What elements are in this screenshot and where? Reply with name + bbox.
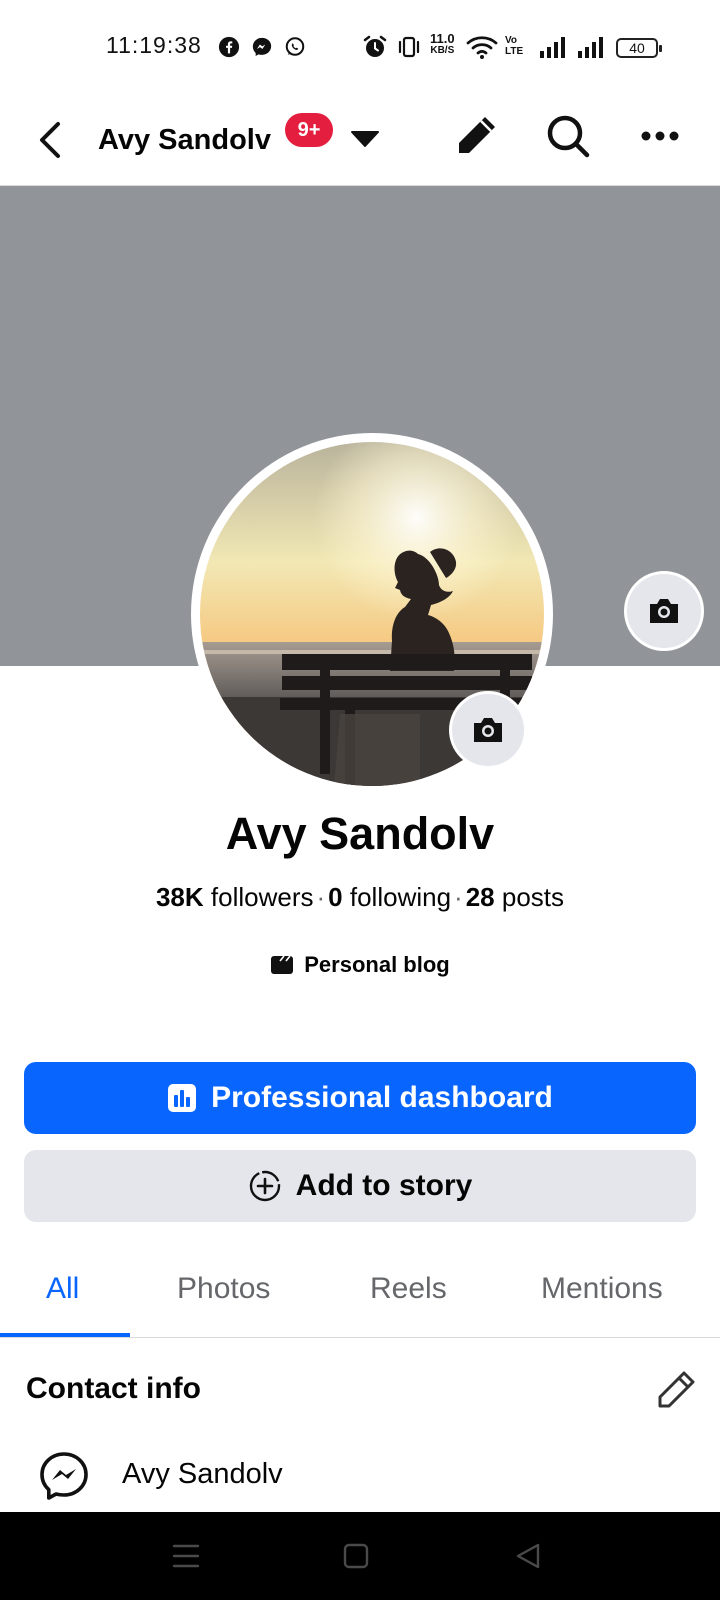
add-circle-icon [249, 1170, 280, 1202]
posts-count: 28 [465, 882, 495, 912]
separator-dot: · [454, 882, 463, 912]
active-tab-indicator [0, 1333, 130, 1337]
system-nav-bar [0, 1512, 720, 1600]
more-icon [641, 131, 679, 141]
search-icon [547, 115, 590, 158]
more-button[interactable] [634, 110, 686, 162]
notification-badge: 9+ [285, 113, 333, 147]
volte-top: Vo [505, 35, 518, 46]
profile-header: Avy Sandolv 9+ [0, 96, 720, 186]
recents-button[interactable] [162, 1532, 210, 1580]
profile-stats: 38K followers · 0 following · 28 posts [0, 882, 720, 913]
back-nav-button[interactable] [504, 1532, 552, 1580]
professional-dashboard-label: Professional dashboard [211, 1081, 553, 1114]
profile-tabs: All Photos Reels Mentions [0, 1252, 720, 1338]
edit-profile-picture-button[interactable] [449, 691, 527, 769]
pencil-icon[interactable] [654, 1368, 698, 1412]
camera-icon [650, 599, 678, 623]
tab-photos[interactable]: Photos [177, 1272, 270, 1306]
pencil-icon [459, 117, 495, 153]
back-button[interactable] [30, 116, 70, 164]
dashboard-chart-icon [168, 1084, 197, 1112]
tab-all[interactable]: All [46, 1272, 79, 1306]
status-bar: 11:19:38 11.0 KB/S Vo LTE 40 [0, 0, 720, 96]
professional-dashboard-button[interactable]: Professional dashboard [24, 1062, 696, 1134]
network-speed-value: 11.0 [430, 31, 455, 46]
network-speed-unit: KB/S [430, 45, 455, 56]
following-label[interactable]: following [350, 882, 451, 912]
menu-icon [172, 1544, 200, 1568]
followers-count[interactable]: 38K [156, 882, 204, 912]
tab-reels[interactable]: Reels [370, 1272, 447, 1306]
following-count[interactable]: 0 [328, 882, 342, 912]
header-title[interactable]: Avy Sandolv [98, 110, 271, 170]
alarm-icon [363, 35, 387, 57]
separator-dot: · [316, 882, 326, 912]
tab-mentions[interactable]: Mentions [541, 1272, 663, 1306]
followers-label[interactable]: followers [211, 882, 314, 912]
wifi-icon [466, 36, 498, 59]
caret-down-icon[interactable] [350, 126, 380, 150]
battery-indicator: 40 [616, 38, 662, 58]
volte-indicator: Vo LTE [505, 35, 523, 57]
whatsapp-icon [285, 37, 305, 56]
back-triangle-icon [516, 1543, 540, 1569]
facebook-icon [218, 36, 240, 58]
search-button[interactable] [542, 110, 594, 162]
profile-category: Personal blog [0, 952, 720, 978]
clapperboard-icon [271, 955, 294, 974]
network-speed: 11.0 KB/S [430, 31, 455, 57]
messenger-contact-name[interactable]: Avy Sandolv [122, 1458, 283, 1491]
signal-icon [578, 37, 603, 58]
messenger-icon [40, 1452, 88, 1500]
category-label: Personal blog [304, 952, 450, 977]
edit-profile-button[interactable] [450, 110, 502, 162]
add-to-story-label: Add to story [295, 1169, 473, 1202]
home-button[interactable] [332, 1532, 380, 1580]
posts-label: posts [501, 882, 565, 912]
profile-name: Avy Sandolv [225, 808, 495, 859]
signal-icon [540, 37, 565, 58]
contact-info-heading: Contact info [26, 1372, 201, 1405]
vibrate-icon [398, 36, 420, 58]
add-to-story-button[interactable]: Add to story [24, 1150, 696, 1222]
status-time: 11:19:38 [106, 32, 202, 58]
home-square-icon [343, 1543, 369, 1569]
camera-icon [474, 718, 502, 742]
volte-bottom: LTE [505, 46, 524, 57]
messenger-icon [252, 37, 272, 56]
edit-cover-button[interactable] [624, 571, 704, 651]
back-arrow-icon [40, 122, 60, 158]
